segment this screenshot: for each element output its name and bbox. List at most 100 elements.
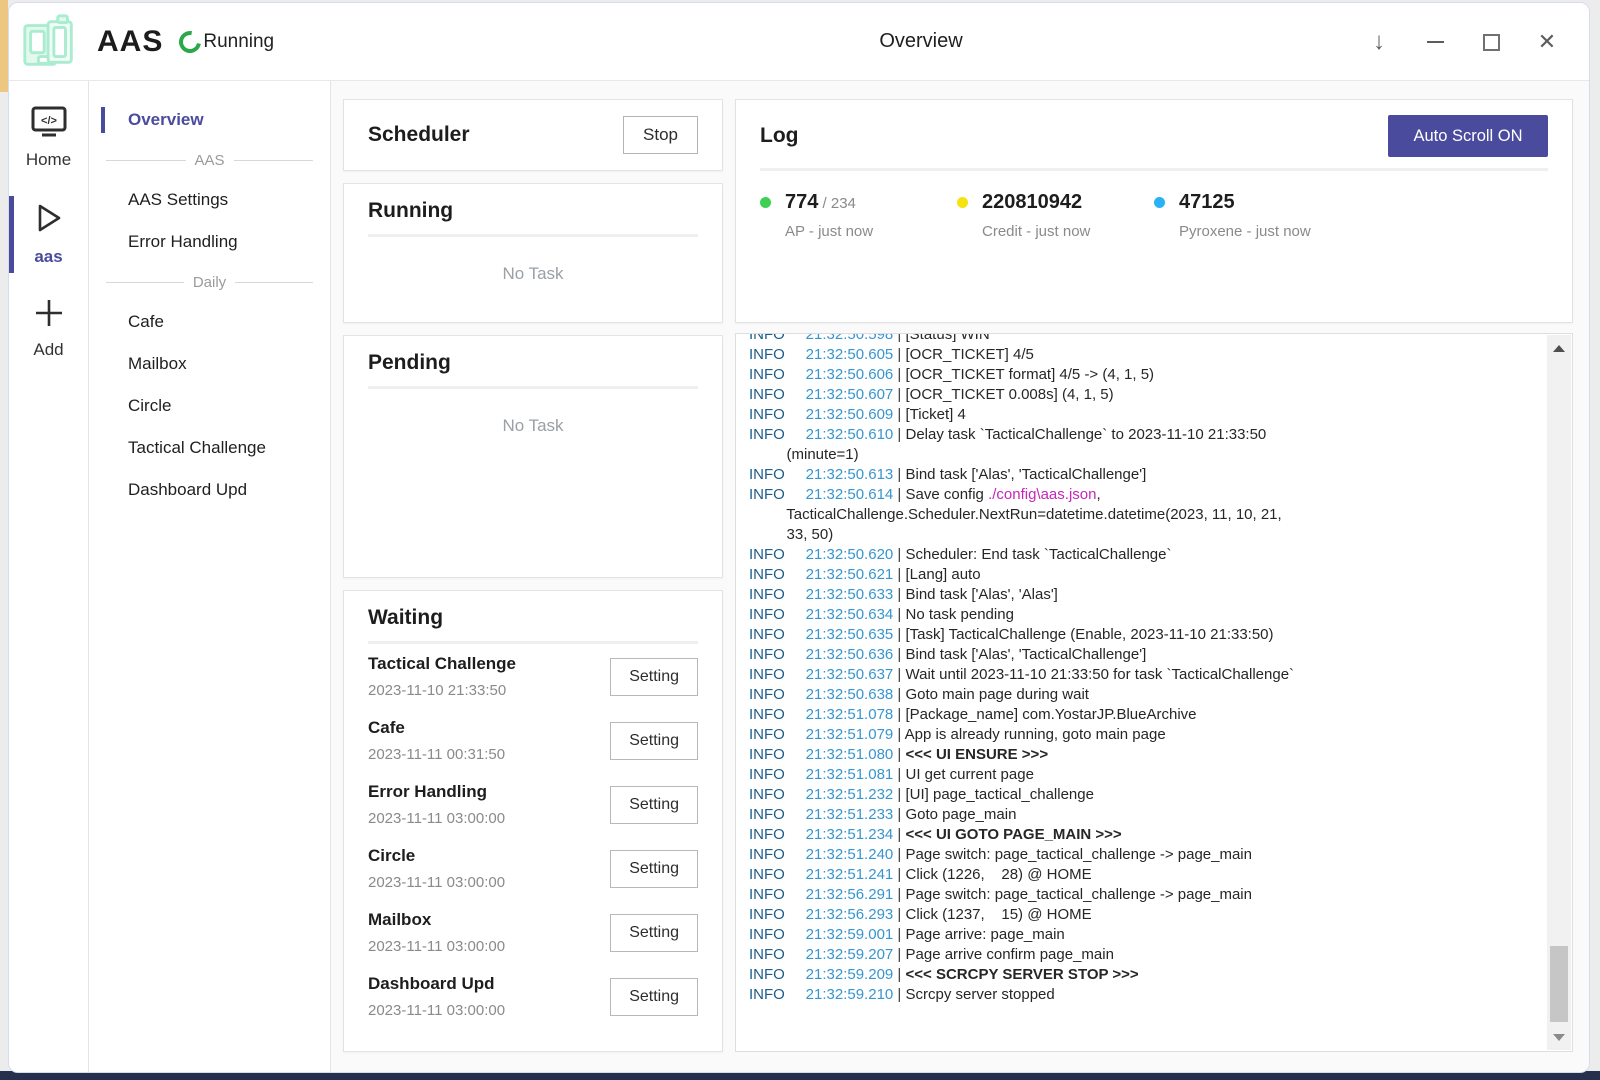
log-line: INFO 21:32:50.635 | [Task] TacticalChall… xyxy=(749,625,1572,645)
app-logo-icon xyxy=(19,11,81,73)
sidebar-item-cafe[interactable]: Cafe xyxy=(89,301,330,343)
waiting-task-info: Dashboard Upd2023-11-11 03:00:00 xyxy=(368,974,505,1019)
log-line: INFO 21:32:50.613 | Bind task ['Alas', '… xyxy=(749,465,1572,485)
close-icon[interactable]: ✕ xyxy=(1531,26,1563,58)
stat-dot-icon xyxy=(1154,197,1165,208)
log-level: INFO xyxy=(749,726,806,743)
waiting-task-time: 2023-11-11 03:00:00 xyxy=(368,874,505,891)
log-line: INFO 21:32:50.621 | [Lang] auto xyxy=(749,565,1572,585)
stat-label: Credit - just now xyxy=(982,223,1090,240)
waiting-task-time: 2023-11-11 03:00:00 xyxy=(368,938,505,955)
log-line: INFO 21:32:50.638 | Goto main page durin… xyxy=(749,685,1572,705)
log-level: INFO xyxy=(749,826,806,843)
log-message-segment: TacticalChallenge.Scheduler.NextRun=date… xyxy=(786,506,1281,523)
page-title: Overview xyxy=(879,30,962,53)
rail-item-add[interactable]: Add xyxy=(9,287,88,372)
task-setting-button[interactable]: Setting xyxy=(610,786,698,824)
sidebar-item-error-handling[interactable]: Error Handling xyxy=(89,221,330,263)
log-level: INFO xyxy=(749,986,806,1003)
log-line: INFO 21:32:50.610 | Delay task `Tactical… xyxy=(749,425,1572,445)
log-timestamp: 21:32:56.291 xyxy=(806,886,894,903)
log-message-segment: Bind task ['Alas', 'TacticalChallenge'] xyxy=(906,646,1147,663)
log-message-segment: [UI] page_tactical_challenge xyxy=(906,786,1094,803)
scroll-up-icon[interactable] xyxy=(1547,335,1571,361)
scrollbar-thumb[interactable] xyxy=(1550,946,1568,1022)
log-separator: | xyxy=(893,486,905,503)
task-setting-button[interactable]: Setting xyxy=(610,722,698,760)
sidebar-item-overview[interactable]: Overview xyxy=(89,99,330,141)
log-line: INFO 21:32:50.598 | [Status] WIN xyxy=(749,333,1572,345)
task-setting-button[interactable]: Setting xyxy=(610,658,698,696)
waiting-task-name: Tactical Challenge xyxy=(368,654,516,674)
log-separator: | xyxy=(893,606,905,623)
menu-sidebar: OverviewAASAAS SettingsError HandlingDai… xyxy=(89,81,331,1072)
log-line: INFO 21:32:51.081 | UI get current page xyxy=(749,765,1572,785)
menu-item-label: Error Handling xyxy=(128,232,238,252)
waiting-title: Waiting xyxy=(368,606,698,630)
log-timestamp: 21:32:50.620 xyxy=(806,546,894,563)
log-indent xyxy=(749,506,786,523)
sidebar-item-tactical-challenge[interactable]: Tactical Challenge xyxy=(89,427,330,469)
log-separator: | xyxy=(893,586,905,603)
dashboard-stat: 220810942Credit - just now xyxy=(957,191,1154,240)
log-message-segment: Delay task `TacticalChallenge` to 2023-1… xyxy=(906,426,1267,443)
sidebar-item-circle[interactable]: Circle xyxy=(89,385,330,427)
log-indent xyxy=(749,446,787,463)
log-separator: | xyxy=(893,966,905,983)
rail-item-home[interactable]: </>Home xyxy=(9,95,88,182)
sidebar-item-mailbox[interactable]: Mailbox xyxy=(89,343,330,385)
log-card: Log Auto Scroll ON 774 / 234AP - just no… xyxy=(735,99,1573,323)
log-line: (minute=1) xyxy=(749,445,1572,465)
log-separator: | xyxy=(893,386,905,403)
sidebar-item-aas-settings[interactable]: AAS Settings xyxy=(89,179,330,221)
log-separator: | xyxy=(893,466,905,483)
rail-item-aas[interactable]: aas xyxy=(9,190,88,279)
log-line: INFO 21:32:51.079 | App is already runni… xyxy=(749,725,1572,745)
log-line: TacticalChallenge.Scheduler.NextRun=date… xyxy=(749,505,1572,525)
rail-item-label: aas xyxy=(34,247,62,267)
stat-label: AP - just now xyxy=(785,223,873,240)
rail-selection-bar xyxy=(9,196,14,273)
maximize-icon[interactable] xyxy=(1475,26,1507,58)
running-title: Running xyxy=(368,199,698,223)
waiting-task-info: Cafe2023-11-11 00:31:50 xyxy=(368,718,505,763)
waiting-task-name: Mailbox xyxy=(368,910,505,930)
sidebar-item-dashboard-upd[interactable]: Dashboard Upd xyxy=(89,469,330,511)
minimize-icon[interactable] xyxy=(1419,26,1451,58)
scroll-down-icon[interactable] xyxy=(1547,1024,1571,1050)
menu-group-label: Daily xyxy=(193,274,226,291)
menu-item-label: Tactical Challenge xyxy=(128,438,266,458)
collapse-arrow-down-icon[interactable]: ↓ xyxy=(1363,26,1395,58)
dashboard-stat: 47125Pyroxene - just now xyxy=(1154,191,1351,240)
log-message-segment: Page arrive: page_main xyxy=(906,926,1065,943)
log-timestamp: 21:32:56.293 xyxy=(806,906,894,923)
log-timestamp: 21:32:59.001 xyxy=(806,926,894,943)
log-timestamp: 21:32:59.209 xyxy=(806,966,894,983)
task-setting-button[interactable]: Setting xyxy=(610,850,698,888)
scheduler-card: Scheduler Stop xyxy=(343,99,723,171)
log-line: INFO 21:32:51.233 | Goto page_main xyxy=(749,805,1572,825)
task-setting-button[interactable]: Setting xyxy=(610,978,698,1016)
log-separator: | xyxy=(893,706,905,723)
menu-group-divider: Daily xyxy=(89,263,330,301)
stat-body: 47125Pyroxene - just now xyxy=(1179,191,1311,240)
running-card: Running No Task xyxy=(343,183,723,323)
waiting-task-time: 2023-11-11 03:00:00 xyxy=(368,810,505,827)
stop-button[interactable]: Stop xyxy=(623,116,698,154)
task-setting-button[interactable]: Setting xyxy=(610,914,698,952)
menu-item-label: Cafe xyxy=(128,312,164,332)
log-separator: | xyxy=(893,926,905,943)
log-line: INFO 21:32:51.080 | <<< UI ENSURE >>> xyxy=(749,745,1572,765)
waiting-task-row: Circle2023-11-11 03:00:00Setting xyxy=(368,836,698,900)
window-controls: ↓ ✕ xyxy=(1363,3,1563,81)
menu-item-label: Circle xyxy=(128,396,171,416)
log-message-segment: ./config\aas.json xyxy=(988,486,1096,503)
auto-scroll-toggle[interactable]: Auto Scroll ON xyxy=(1388,115,1548,157)
log-indent xyxy=(749,526,787,543)
log-line: INFO 21:32:50.633 | Bind task ['Alas', '… xyxy=(749,585,1572,605)
log-panel[interactable]: INFO 21:32:50.598 | [Status] WIN INFO 21:… xyxy=(735,333,1573,1052)
waiting-task-row: Dashboard Upd2023-11-11 03:00:00 Setting xyxy=(368,964,698,1028)
log-level: INFO xyxy=(749,686,806,703)
running-empty-text: No Task xyxy=(368,264,698,284)
log-scrollbar[interactable] xyxy=(1547,335,1571,1050)
